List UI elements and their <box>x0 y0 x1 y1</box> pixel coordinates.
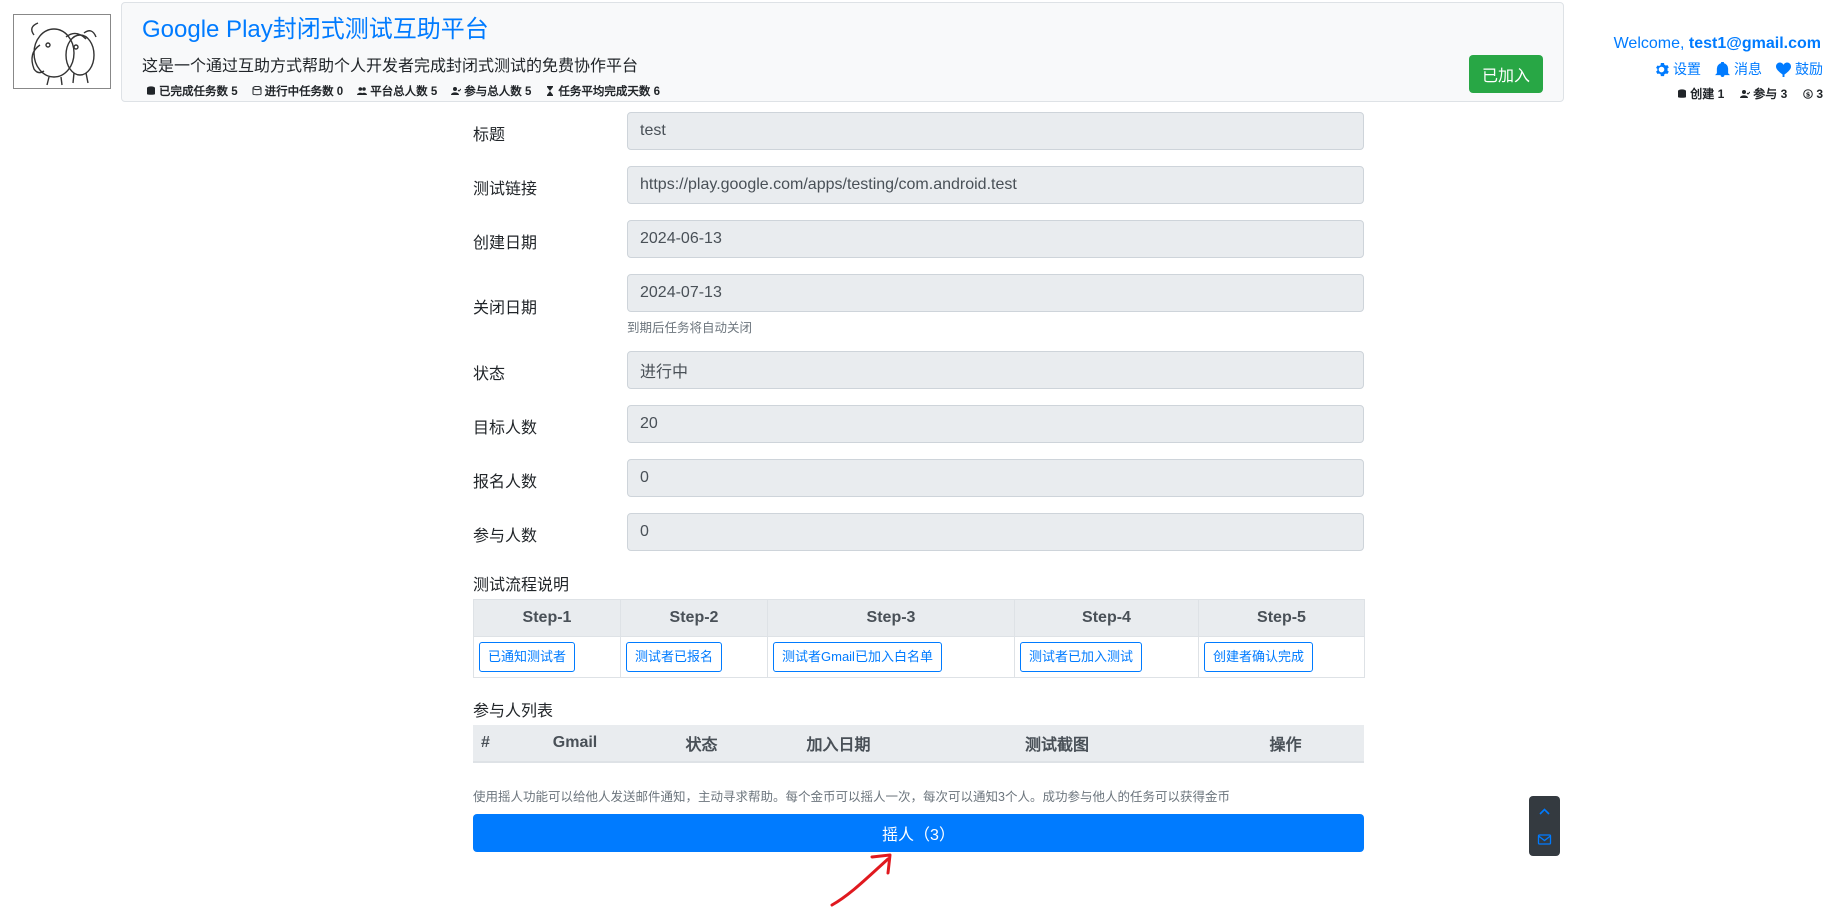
col-gmail: Gmail <box>517 725 633 763</box>
stat-completed: 已完成任务数 5 <box>146 83 238 99</box>
svg-text:$: $ <box>1806 90 1811 98</box>
platform-stats: 已完成任务数 5 进行中任务数 0 平台总人数 5 参与总人数 5 任务平均完成… <box>146 83 660 99</box>
title-field[interactable]: test <box>627 112 1364 150</box>
step-header: Step-5 <box>1198 599 1365 637</box>
step-5-button[interactable]: 创建者确认完成 <box>1204 642 1314 672</box>
participated-count[interactable]: 参与 3 <box>1740 85 1787 102</box>
step-2-button[interactable]: 测试者已报名 <box>626 642 723 672</box>
encourage-link[interactable]: 鼓励 <box>1776 59 1823 79</box>
col-status: 状态 <box>633 725 770 763</box>
bell-icon <box>1715 61 1730 77</box>
created-count[interactable]: 创建 1 <box>1677 85 1724 102</box>
site-subtitle: 这是一个通过互助方式帮助个人开发者完成封闭式测试的免费协作平台 <box>142 58 639 75</box>
stat-label: 进行中任务数 0 <box>264 86 344 98</box>
col-actions: 操作 <box>1207 725 1364 763</box>
header-banner: Google Play封闭式测试互助平台 这是一个通过互助方式帮助个人开发者完成… <box>121 2 1564 102</box>
site-logo[interactable] <box>13 14 111 89</box>
process-steps-table: Step-1 Step-2 Step-3 Step-4 Step-5 已通知测试… <box>473 599 1365 678</box>
gear-icon <box>1656 62 1669 76</box>
step-3-button[interactable]: 测试者Gmail已加入白名单 <box>773 642 942 672</box>
step-header: Step-1 <box>473 599 621 637</box>
target-count-label: 目标人数 <box>473 420 538 437</box>
step-header: Step-4 <box>1014 599 1199 637</box>
stat-avg-days: 任务平均完成天数 6 <box>545 83 660 99</box>
col-screenshot: 测试截图 <box>907 725 1207 763</box>
red-arrow-icon <box>830 853 892 907</box>
user-nav: 设置 消息 鼓励 <box>1654 59 1823 79</box>
process-title: 测试流程说明 <box>473 577 570 594</box>
database-icon <box>252 86 262 96</box>
col-index: # <box>473 725 517 763</box>
stat-label: 参与总人数 5 <box>464 86 532 98</box>
joined-button[interactable]: 已加入 <box>1469 55 1543 93</box>
step-cell: 测试者已加入测试 <box>1014 636 1199 678</box>
stat-in-progress: 进行中任务数 0 <box>252 83 344 99</box>
target-count-field[interactable]: 20 <box>627 405 1364 443</box>
settings-link[interactable]: 设置 <box>1654 59 1701 79</box>
user-check-icon <box>451 87 462 95</box>
joined-count-field[interactable]: 0 <box>627 513 1364 551</box>
users-icon <box>357 87 368 95</box>
welcome-prefix: Welcome, <box>1613 35 1685 52</box>
user-counters: 创建 1 参与 3 $ 3 <box>1677 85 1823 102</box>
heart-icon <box>1776 61 1791 77</box>
created-count-label: 创建 1 <box>1690 87 1725 101</box>
messages-label: 消息 <box>1734 61 1762 77</box>
shake-notice: 使用摇人功能可以给他人发送邮件通知，主动寻求帮助。每个金币可以摇人一次，每次可以… <box>473 790 1230 804</box>
mail-icon[interactable] <box>1537 832 1552 847</box>
database-icon <box>1678 88 1687 98</box>
messages-link[interactable]: 消息 <box>1715 59 1762 79</box>
participants-table: # Gmail 状态 加入日期 测试截图 操作 <box>473 725 1364 763</box>
closed-date-field[interactable]: 2024-07-13 <box>627 274 1364 312</box>
stat-platform-users: 平台总人数 5 <box>357 83 437 99</box>
hourglass-icon <box>547 86 554 96</box>
step-cell: 已通知测试者 <box>473 636 621 678</box>
user-check-icon <box>1740 89 1751 98</box>
status-label: 状态 <box>473 366 506 383</box>
database-icon <box>147 86 155 95</box>
welcome-text: Welcome, test1@gmail.com <box>1614 35 1821 53</box>
coin-count-label: 3 <box>1816 86 1823 101</box>
step-header: Step-3 <box>767 599 1015 637</box>
joined-count-label: 参与人数 <box>473 528 538 545</box>
test-link-field[interactable]: https://play.google.com/apps/testing/com… <box>627 166 1364 204</box>
created-date-label: 创建日期 <box>473 235 538 252</box>
steps-button-row: 已通知测试者 测试者已报名 测试者Gmail已加入白名单 测试者已加入测试 创建… <box>473 636 1365 678</box>
stat-label: 平台总人数 5 <box>370 86 438 98</box>
stat-participants: 参与总人数 5 <box>451 83 531 99</box>
participated-count-label: 参与 3 <box>1753 87 1788 101</box>
chevron-up-icon[interactable] <box>1537 804 1552 819</box>
signed-count-label: 报名人数 <box>473 474 538 491</box>
col-join-date: 加入日期 <box>770 725 907 763</box>
step-1-button[interactable]: 已通知测试者 <box>479 642 576 672</box>
status-field[interactable]: 进行中 <box>627 351 1364 389</box>
settings-label: 设置 <box>1673 61 1701 77</box>
closed-date-hint: 到期后任务将自动关闭 <box>627 321 753 335</box>
link-label: 测试链接 <box>473 181 538 198</box>
step-header: Step-2 <box>620 599 768 637</box>
stat-label: 任务平均完成天数 6 <box>558 86 660 98</box>
elephant-logo-icon <box>31 22 97 86</box>
closed-date-label: 关闭日期 <box>473 300 538 317</box>
coin-icon: $ <box>1803 88 1814 99</box>
step-cell: 测试者已报名 <box>620 636 768 678</box>
site-title[interactable]: Google Play封闭式测试互助平台 <box>142 9 489 44</box>
coin-count[interactable]: $ 3 <box>1803 85 1823 102</box>
floating-toolbar <box>1529 796 1560 856</box>
participants-header-row: # Gmail 状态 加入日期 测试截图 操作 <box>473 725 1364 763</box>
step-cell: 测试者Gmail已加入白名单 <box>767 636 1015 678</box>
stat-label: 已完成任务数 5 <box>159 86 238 98</box>
created-date-field[interactable]: 2024-06-13 <box>627 220 1364 258</box>
encourage-label: 鼓励 <box>1795 61 1823 77</box>
steps-header-row: Step-1 Step-2 Step-3 Step-4 Step-5 <box>473 599 1365 637</box>
step-cell: 创建者确认完成 <box>1198 636 1365 678</box>
participants-title: 参与人列表 <box>473 703 554 720</box>
user-email[interactable]: test1@gmail.com <box>1689 35 1821 52</box>
step-4-button[interactable]: 测试者已加入测试 <box>1020 642 1143 672</box>
signed-count-field[interactable]: 0 <box>627 459 1364 497</box>
title-label: 标题 <box>473 127 506 144</box>
